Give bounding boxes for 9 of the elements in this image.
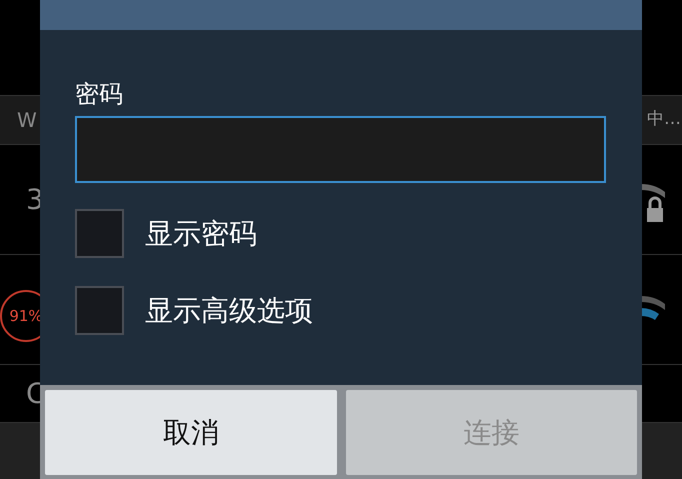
password-label: 密码 xyxy=(75,82,124,106)
checkbox[interactable] xyxy=(75,286,124,335)
checkbox-label: 显示密码 xyxy=(145,216,257,252)
password-field[interactable] xyxy=(75,116,606,183)
list-item-text: W xyxy=(17,107,37,134)
checkbox[interactable] xyxy=(75,209,124,258)
cancel-button[interactable]: 取消 xyxy=(45,390,336,475)
checkbox-label: 显示高级选项 xyxy=(145,292,313,328)
status-text: 中… xyxy=(647,108,682,132)
